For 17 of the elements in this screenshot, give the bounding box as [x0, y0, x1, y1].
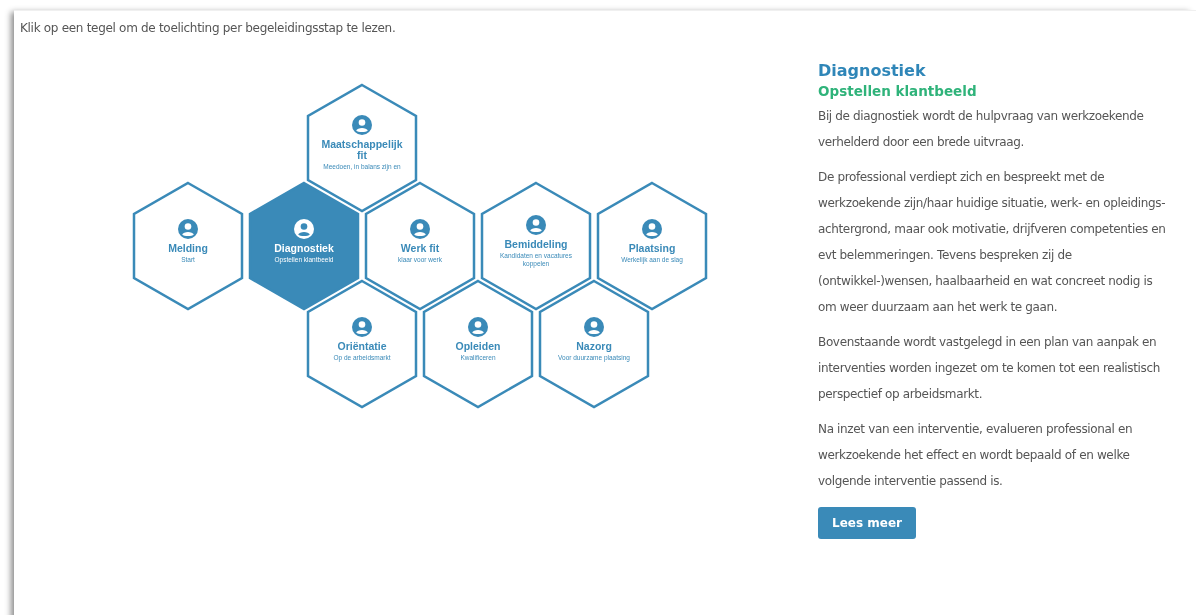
detail-paragraph: Bij de diagnostiek wordt de hulpvraag van werkzoekende verhelderd door een brede uitvraag. — [818, 108, 1145, 151]
person-icon — [642, 218, 662, 239]
detail-subtitle: Opstellen klantbeeld — [818, 83, 978, 99]
person-icon — [410, 218, 430, 239]
detail-paragraph: Bovenstaande wordt vastgelegd in een plan van aanpak en interventies worden ingezet om te komen tot een realistisch perspectief op arbeidsmarkt. — [818, 334, 1161, 403]
person-icon — [294, 218, 314, 239]
detail-paragraph: Na inzet van een interventie, evalueren professional en werkzoekende het effect en wordt bepaald of en welke volgende interventie passend is. — [818, 421, 1134, 490]
person-icon — [178, 218, 198, 239]
person-icon — [352, 115, 372, 136]
read-more-button[interactable]: Lees meer — [818, 507, 916, 539]
person-icon — [468, 316, 488, 337]
person-icon — [584, 316, 604, 337]
person-icon — [526, 215, 546, 235]
detail-paragraph: De professional verdiept zich en bespreekt met de werkzoekende zijn/haar huidige situatie, werk- en opleidings-achtergrond, maar ook motivatie, drijfveren competenties en evt belemmeringen. Tevens bespreken zij de (ontwikkel-)wensen, haalbaarheid en wat concreet nodig is om weer duurzaam aan het werk te gaan. — [818, 169, 1167, 316]
detail-title: Diagnostiek — [818, 61, 927, 80]
person-icon — [352, 316, 372, 337]
intro-text: Klik op een tegel om de toelichting per begeleidingsstap te lezen. — [19, 20, 397, 35]
